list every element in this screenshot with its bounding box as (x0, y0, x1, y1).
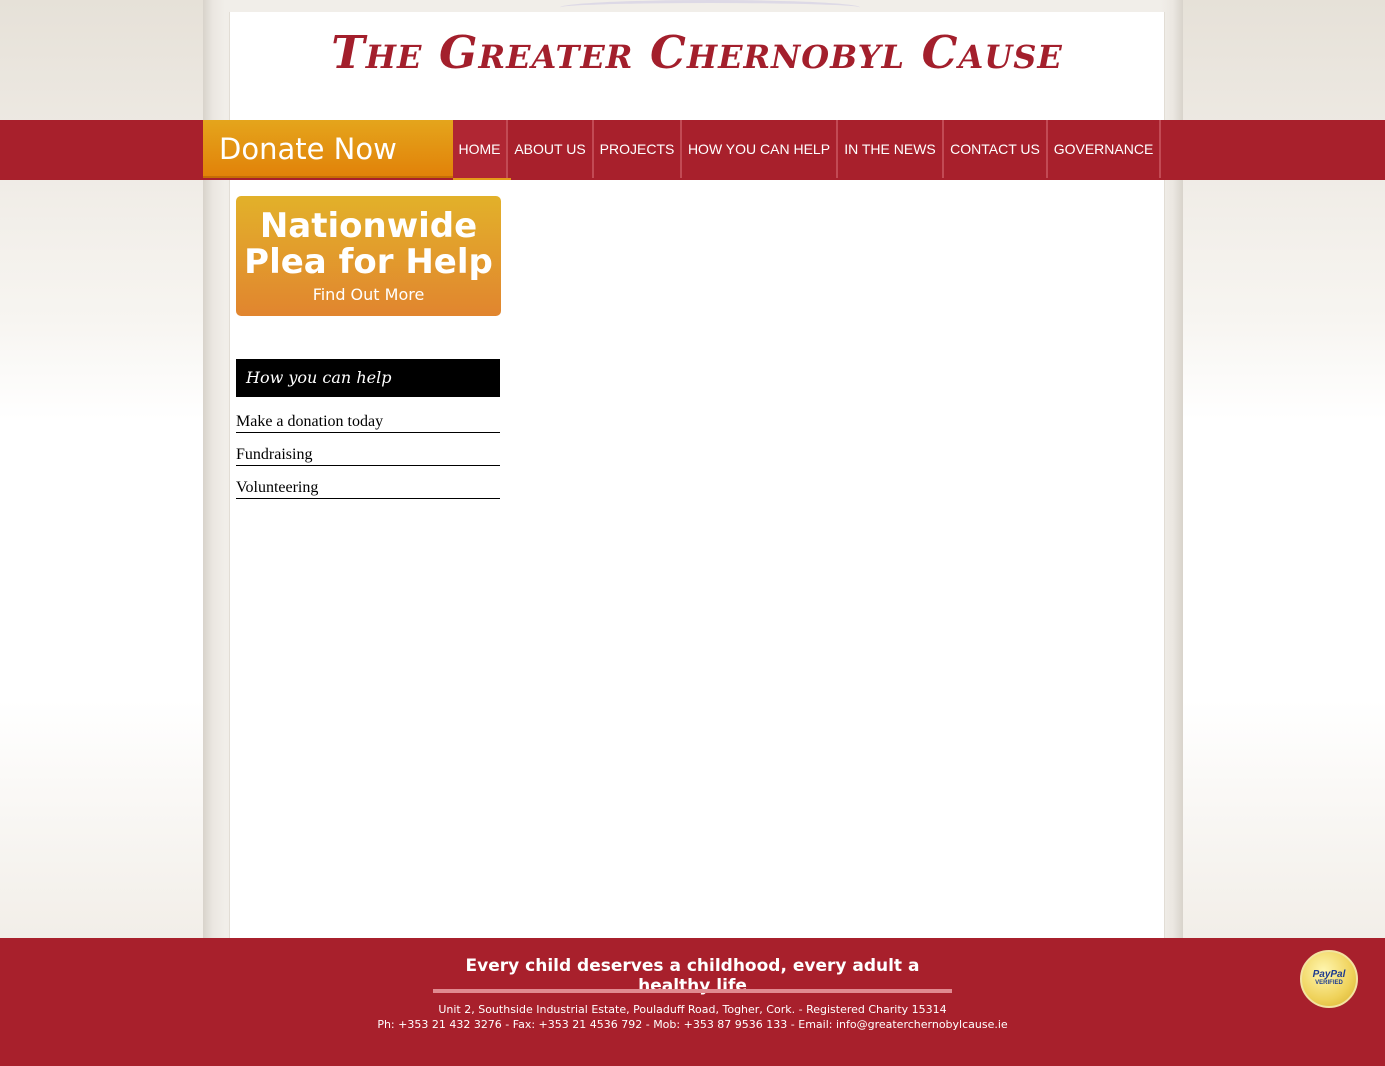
nav-item-home[interactable]: HOME (453, 120, 508, 178)
site-title[interactable]: The Greater Chernobyl Cause (229, 26, 1125, 79)
help-links-list: Make a donation today Fundraising Volunt… (236, 412, 500, 511)
footer: Every child deserves a childhood, every … (0, 938, 1385, 1066)
nav-item-governance[interactable]: GOVERNANCE (1048, 120, 1161, 178)
donate-now-button[interactable]: Donate Now (203, 120, 453, 178)
help-link-make-donation[interactable]: Make a donation today (236, 412, 500, 433)
nav-item-how-you-can-help[interactable]: HOW YOU CAN HELP (682, 120, 838, 178)
nav-item-in-the-news[interactable]: IN THE NEWS (838, 120, 944, 178)
help-link-volunteering[interactable]: Volunteering (236, 478, 500, 499)
nav-item-about-us[interactable]: ABOUT US (508, 120, 594, 178)
paypal-verified-text: VERIFIED (1315, 980, 1343, 986)
promo-title-line1: Nationwide (259, 206, 478, 246)
paypal-verified-badge[interactable]: PayPal VERIFIED (1300, 950, 1358, 1008)
footer-contact: Ph: +353 21 432 3276 - Fax: +353 21 4536… (377, 1018, 1008, 1031)
nav-item-contact-us[interactable]: CONTACT US (944, 120, 1048, 178)
footer-address: Unit 2, Southside Industrial Estate, Pou… (438, 1003, 947, 1016)
promo-find-out-more: Find Out More (312, 285, 425, 304)
how-you-can-help-heading: How you can help (236, 359, 500, 397)
nationwide-plea-button[interactable]: Nationwide Plea for Help Find Out More (236, 196, 501, 316)
footer-divider (433, 989, 952, 993)
nav-item-projects[interactable]: PROJECTS (594, 120, 682, 178)
paypal-logo-text: PayPal (1312, 969, 1346, 980)
help-link-fundraising[interactable]: Fundraising (236, 445, 500, 466)
active-nav-underline (453, 178, 511, 180)
main-nav: HOME ABOUT US PROJECTS HOW YOU CAN HELP … (453, 120, 1161, 178)
main-navbar: Donate Now HOME ABOUT US PROJECTS HOW YO… (0, 120, 1385, 180)
promo-title-line2: Plea for Help (244, 242, 493, 282)
